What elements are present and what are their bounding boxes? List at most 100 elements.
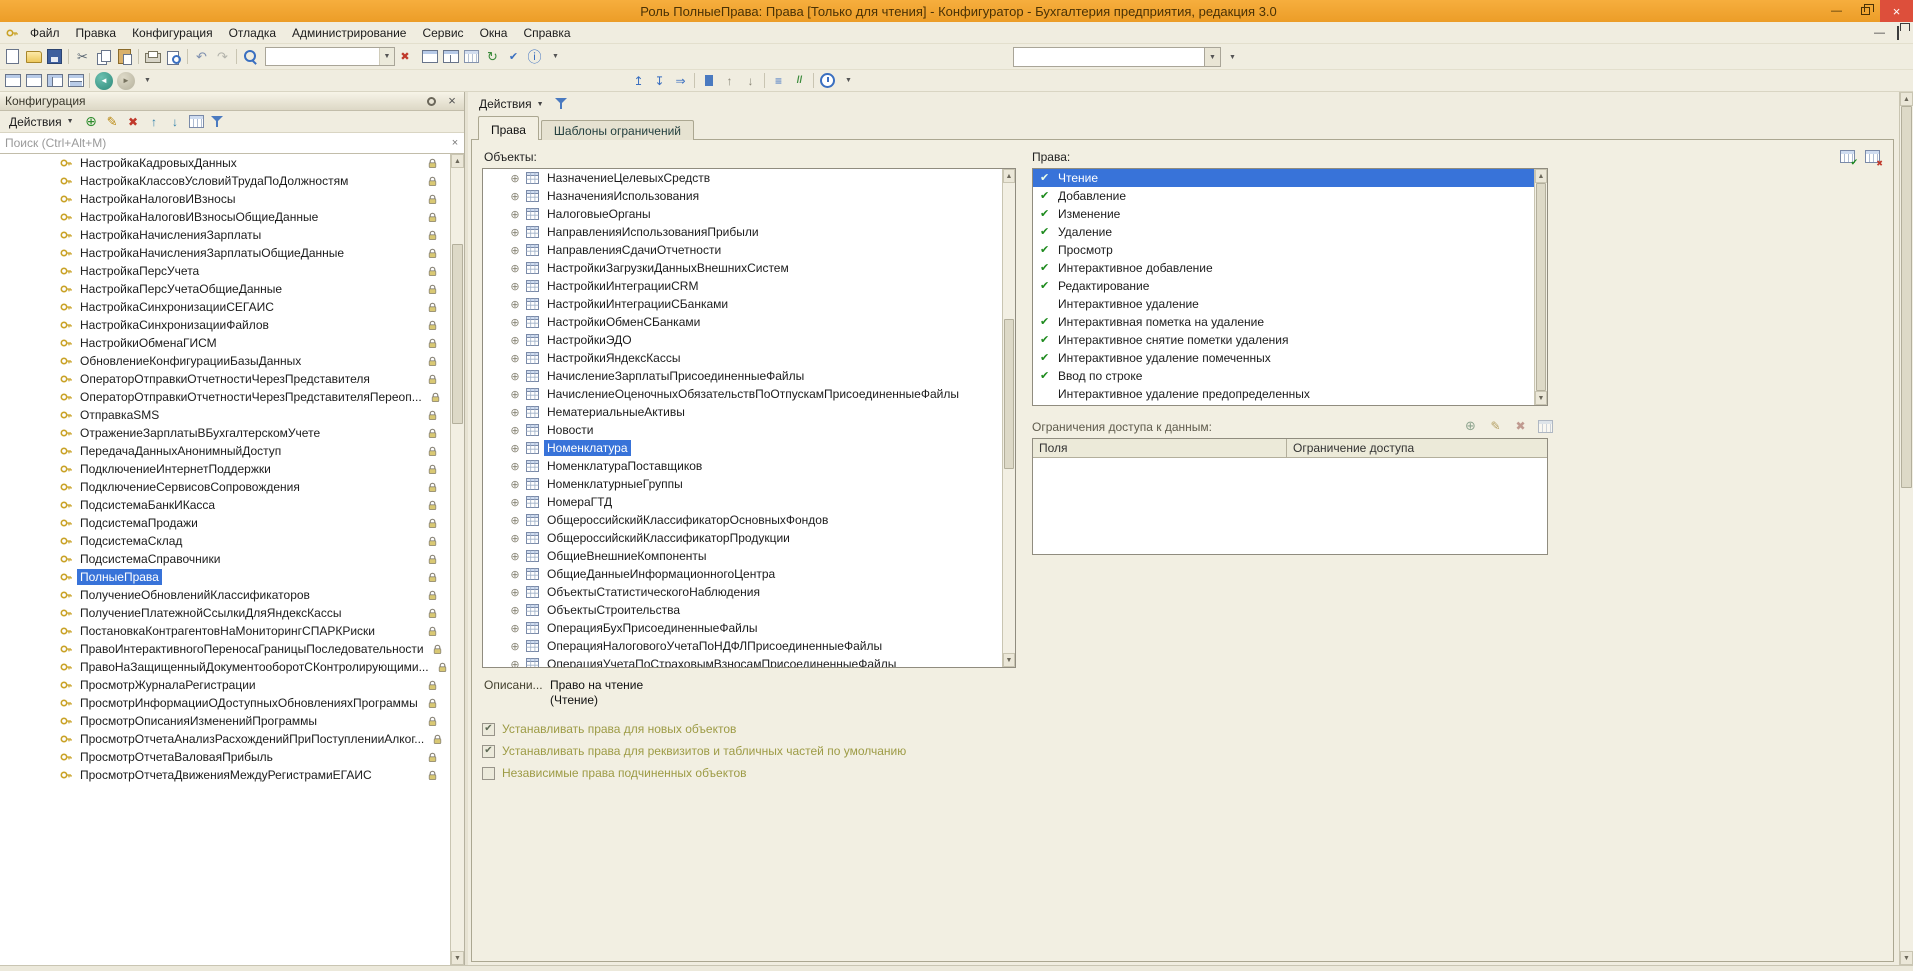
column-header-restriction[interactable]: Ограничение доступа — [1287, 439, 1547, 457]
tree-scrollbar[interactable]: ▲ ▼ — [450, 154, 464, 965]
object-item[interactable]: ⊕ ОбщиеДанныеИнформационногоЦентра — [483, 565, 1002, 583]
tree-item[interactable]: ПросмотрОписанияИзмененийПрограммы — [0, 712, 450, 730]
expand-icon[interactable]: ⊕ — [509, 388, 521, 401]
restrictions-table-body[interactable] — [1033, 458, 1547, 554]
pin-icon[interactable] — [427, 97, 436, 106]
tree-item[interactable]: ПодсистемаСправочники — [0, 550, 450, 568]
right-item[interactable]: ✔ Интерактивное снятие пометки удаления — [1033, 331, 1534, 349]
right-item[interactable]: ✔ Просмотр — [1033, 241, 1534, 259]
expand-icon[interactable]: ⊕ — [509, 316, 521, 329]
syntax-check-icon[interactable]: ✔ — [503, 47, 524, 67]
right-item[interactable]: ✔ Чтение — [1033, 169, 1534, 187]
child-minimize-button[interactable]: — — [1874, 27, 1885, 39]
tree-item[interactable]: ПодключениеИнтернетПоддержки — [0, 460, 450, 478]
open-icon[interactable] — [23, 47, 44, 67]
tree-item[interactable]: ОбновлениеКонфигурацииБазыДанных — [0, 352, 450, 370]
tree-item[interactable]: ПостановкаКонтрагентовНаМониторингСПАРКР… — [0, 622, 450, 640]
add-icon[interactable]: ⊕ — [81, 112, 102, 132]
object-item[interactable]: ⊕ НастройкиИнтеграцииСБанками — [483, 295, 1002, 313]
object-item[interactable]: ⊕ ОперацияБухПрисоединенныеФайлы — [483, 619, 1002, 637]
rights-list[interactable]: ✔ Чтение ✔ Добавление ✔ Изменение — [1032, 168, 1548, 406]
calculator-icon[interactable] — [461, 47, 482, 67]
restrictions-table[interactable]: Поля Ограничение доступа — [1032, 438, 1548, 555]
filter-icon[interactable] — [551, 94, 572, 114]
object-item[interactable]: ⊕ ОбщиеВнешниеКомпоненты — [483, 547, 1002, 565]
scroll-up-icon[interactable]: ▲ — [1900, 92, 1913, 106]
scroll-thumb[interactable] — [452, 244, 463, 424]
toolbar-search-input[interactable] — [266, 48, 379, 65]
object-item[interactable]: ⊕ НачислениеЗарплатыПрисоединенныеФайлы — [483, 367, 1002, 385]
option-checkbox[interactable]: ✔ Устанавливать права для реквизитов и т… — [482, 744, 906, 758]
expand-icon[interactable]: ⊕ — [509, 370, 521, 383]
format-module-icon[interactable]: ≡ — [768, 71, 789, 91]
tree-item[interactable]: ПодсистемаСклад — [0, 532, 450, 550]
tree-item[interactable]: НастройкаКадровыхДанных — [0, 154, 450, 172]
menu-item[interactable]: Администрирование — [284, 22, 414, 44]
scroll-thumb[interactable] — [1901, 106, 1912, 488]
expand-icon[interactable]: ⊕ — [509, 424, 521, 437]
windows-list-icon[interactable] — [23, 71, 44, 91]
panel-header[interactable]: Конфигурация × — [0, 92, 464, 111]
object-item[interactable]: ⊕ НематериальныеАктивы — [483, 403, 1002, 421]
object-item[interactable]: ⊕ НастройкиЯндексКассы — [483, 349, 1002, 367]
tree-item[interactable]: ПодсистемаБанкИКасса — [0, 496, 450, 514]
object-item[interactable]: ⊕ ОбщероссийскийКлассификаторПродукции — [483, 529, 1002, 547]
menu-item[interactable]: Правка — [68, 22, 125, 44]
expand-icon[interactable]: ⊕ — [509, 190, 521, 203]
dock-left-icon[interactable] — [44, 71, 65, 91]
add-restriction-icon[interactable]: ⊕ — [1460, 416, 1481, 436]
scroll-down-icon[interactable]: ▼ — [1003, 653, 1015, 667]
menu-item[interactable]: Сервис — [414, 22, 471, 44]
search-dropdown-icon[interactable]: ▼ — [379, 48, 394, 65]
scroll-thumb[interactable] — [1004, 319, 1014, 469]
tree-item[interactable]: НастройкаНалоговИВзносы — [0, 190, 450, 208]
expand-icon[interactable]: ⊕ — [509, 172, 521, 185]
restriction-templates-icon[interactable] — [1535, 416, 1556, 436]
tree-item[interactable]: ПросмотрОтчетаВаловаяПрибыль — [0, 748, 450, 766]
tree-item[interactable]: ПодсистемаПродажи — [0, 514, 450, 532]
object-item[interactable]: ⊕ НастройкиИнтеграцииCRM — [483, 277, 1002, 295]
expand-icon[interactable]: ⊕ — [509, 550, 521, 563]
nav-forward-icon[interactable]: ► — [117, 72, 135, 90]
window-split-icon[interactable] — [440, 47, 461, 67]
tree-item[interactable]: ПравоИнтерактивногоПереносаГраницыПослед… — [0, 640, 450, 658]
expand-icon[interactable]: ⊕ — [509, 532, 521, 545]
tree-item[interactable]: ОтражениеЗарплатыВБухгалтерскомУчете — [0, 424, 450, 442]
expand-icon[interactable]: ⊕ — [509, 478, 521, 491]
prev-bookmark-icon[interactable]: ↑ — [719, 71, 740, 91]
restore-button[interactable] — [1851, 0, 1880, 22]
expand-icon[interactable]: ⊕ — [509, 460, 521, 473]
object-item[interactable]: ⊕ НаправленияИспользованияПрибыли — [483, 223, 1002, 241]
prev-procedure-icon[interactable]: ↥ — [628, 71, 649, 91]
tree-item[interactable]: ПолучениеОбновленийКлассификаторов — [0, 586, 450, 604]
expand-icon[interactable]: ⊕ — [509, 352, 521, 365]
right-item[interactable]: ✔ Ввод по строке — [1033, 367, 1534, 385]
menu-item[interactable]: Справка — [515, 22, 578, 44]
tree-item[interactable]: ПодключениеСервисовСопровождения — [0, 478, 450, 496]
find-icon[interactable] — [240, 47, 261, 67]
tree-item[interactable]: ОператорОтправкиОтчетностиЧерезПредстави… — [0, 388, 450, 406]
object-item[interactable]: ⊕ НазначенияИспользования — [483, 187, 1002, 205]
object-item[interactable]: ⊕ Номенклатура — [483, 439, 1002, 457]
child-restore-button[interactable] — [1897, 27, 1899, 39]
object-item[interactable]: ⊕ НоменклатурныеГруппы — [483, 475, 1002, 493]
object-item[interactable]: ⊕ НалоговыеОрганы — [483, 205, 1002, 223]
scroll-down-icon[interactable]: ▼ — [1900, 951, 1913, 965]
expand-icon[interactable]: ⊕ — [509, 208, 521, 221]
right-item[interactable]: ✔ Интерактивное удаление предопределенны… — [1033, 385, 1534, 403]
timer-caret-icon[interactable]: ▼ — [838, 71, 859, 91]
expand-icon[interactable]: ⊕ — [509, 604, 521, 617]
desktop-window-icon[interactable] — [2, 71, 23, 91]
object-item[interactable]: ⊕ ОбъектыСтроительства — [483, 601, 1002, 619]
menu-item[interactable]: Окна — [472, 22, 516, 44]
next-procedure-icon[interactable]: ↧ — [649, 71, 670, 91]
object-item[interactable]: ⊕ ОбъектыСтатистическогоНаблюдения — [483, 583, 1002, 601]
tree-item[interactable]: ОтправкаSMS — [0, 406, 450, 424]
tree-item[interactable]: ПросмотрЖурналаРегистрации — [0, 676, 450, 694]
expand-icon[interactable]: ⊕ — [509, 640, 521, 653]
right-item[interactable]: ✔ Интерактивное добавление — [1033, 259, 1534, 277]
tree-item[interactable]: ПросмотрОтчетаАнализРасхожденийПриПоступ… — [0, 730, 450, 748]
next-bookmark-icon[interactable]: ↓ — [740, 71, 761, 91]
preview-icon[interactable] — [163, 47, 184, 67]
tree-item[interactable]: ПросмотрОтчетаДвиженияМеждуРегистрамиЕГА… — [0, 766, 450, 784]
